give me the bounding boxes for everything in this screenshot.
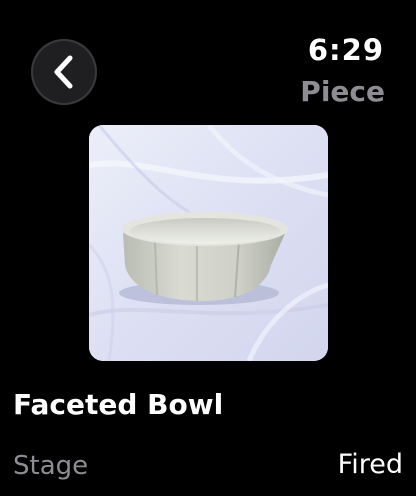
piece-name: Faceted Bowl [13, 388, 224, 421]
status-time: 6:29 [307, 33, 384, 67]
stage-value: Fired [337, 449, 403, 480]
screen-title: Piece [300, 75, 385, 108]
piece-photo [89, 125, 328, 361]
stage-label: Stage [13, 451, 89, 481]
back-button[interactable] [31, 39, 97, 105]
chevron-left-icon [53, 55, 75, 89]
